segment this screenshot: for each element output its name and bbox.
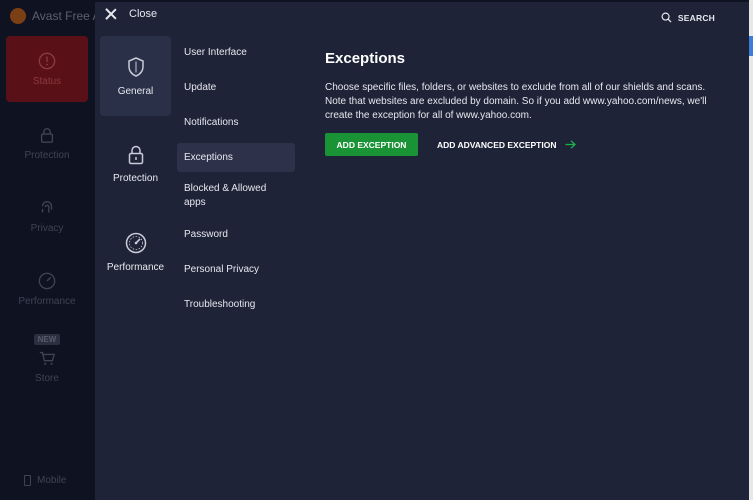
speedometer-icon [125,232,146,253]
add-exception-button[interactable]: ADD EXCEPTION [325,133,418,156]
cart-icon [39,351,56,365]
category-label: Performance [106,261,165,273]
arrow-right-icon [565,140,577,149]
search-label: SEARCH [677,12,715,23]
avast-logo-icon [10,8,26,24]
phone-icon [24,475,31,486]
exceptions-content: Exceptions Choose specific files, folder… [325,50,725,156]
exceptions-description: Choose specific files, folders, or websi… [325,82,707,121]
background-nav-store: NEW Store [6,326,88,392]
subitem-update[interactable]: Update [177,73,295,102]
background-nav-label: Status [32,75,62,87]
category-general[interactable]: General [100,36,171,116]
add-advanced-exception-button[interactable]: ADD ADVANCED EXCEPTION [437,139,577,150]
background-mobile-link: Mobile [24,475,66,486]
category-label: Protection [112,172,159,184]
exceptions-actions: ADD EXCEPTION ADD ADVANCED EXCEPTION [325,133,725,156]
alert-circle-icon [38,52,56,69]
category-protection[interactable]: Protection [100,124,171,204]
subitem-label: Blocked & Allowed apps [184,183,267,208]
subitem-label: User Interface [184,46,247,58]
subitem-label: Personal Privacy [184,263,260,275]
subitem-password[interactable]: Password [177,220,295,249]
background-nav-label: Store [35,373,59,384]
close-icon [105,8,117,20]
subitem-user-interface[interactable]: User Interface [177,38,295,67]
settings-subitem-list: User Interface Update Notifications Exce… [177,38,295,325]
subitem-label: Password [184,228,228,240]
background-app-title-text: Avast Free A [32,9,101,23]
background-mobile-label: Mobile [37,475,67,486]
subitem-troubleshooting[interactable]: Troubleshooting [177,290,295,319]
page-title: Exceptions [325,50,406,67]
subitem-label: Notifications [184,116,239,128]
lock-icon [40,127,54,143]
background-app-title: Avast Free A [10,6,100,26]
background-nav-label: Protection [24,149,70,161]
settings-panel: Close SEARCH General Protection Performa… [95,2,749,500]
search-icon [661,12,672,23]
category-label: General [117,85,154,97]
fingerprint-icon [41,200,53,212]
window-edge [749,0,753,500]
background-nav-protection: Protection [6,110,88,176]
shield-icon [127,56,144,77]
background-nav-privacy: Privacy [6,183,88,249]
subitem-label: Troubleshooting [184,298,256,310]
subitem-label: Exceptions [184,151,233,163]
background-nav-label: Performance [18,295,76,307]
background-nav-performance: Performance [6,256,88,322]
add-advanced-exception-label: ADD ADVANCED EXCEPTION [437,139,557,150]
subitem-exceptions[interactable]: Exceptions [177,143,295,172]
window-edge-tab [749,36,753,56]
close-label: Close [129,8,158,20]
settings-category-list: General Protection Performance [100,36,171,300]
subitem-label: Update [184,81,217,93]
lock-icon [128,145,143,164]
background-sidebar: Status Protection Privacy Performance NE… [0,30,95,500]
gauge-icon [38,272,56,289]
new-badge: NEW [33,334,61,345]
background-nav-label: Privacy [30,222,64,234]
search-button[interactable]: SEARCH [661,12,715,23]
subitem-blocked-allowed-apps[interactable]: Blocked & Allowed apps [177,178,295,214]
subitem-notifications[interactable]: Notifications [177,108,295,137]
background-nav-status: Status [6,36,88,102]
close-button[interactable]: Close [105,8,157,20]
category-performance[interactable]: Performance [100,212,171,292]
subitem-personal-privacy[interactable]: Personal Privacy [177,255,295,284]
